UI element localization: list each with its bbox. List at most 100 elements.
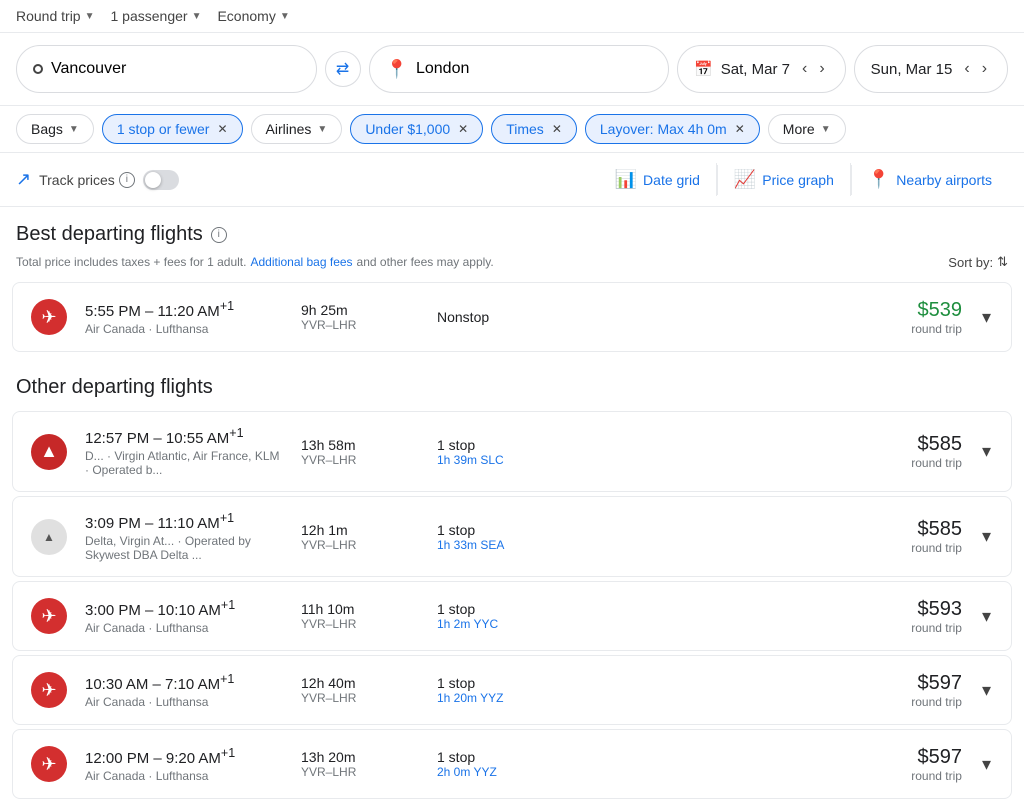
date-grid-icon: 📊 xyxy=(615,169,637,190)
expand-button[interactable]: ▾ xyxy=(978,602,995,631)
flight-times: 3:00 PM – 10:10 AM+1 Air Canada · Luftha… xyxy=(85,598,285,635)
class-selector[interactable]: Economy ▼ xyxy=(217,8,289,24)
flight-card[interactable]: ▲ 12:57 PM – 10:55 AM+1 D... · Virgin At… xyxy=(12,411,1012,492)
duration-value: 11h 10m xyxy=(301,601,421,617)
stops-filter-remove[interactable]: ✕ xyxy=(217,122,227,136)
return-date-label: Sun, Mar 15 xyxy=(871,61,953,78)
price-filter-remove[interactable]: ✕ xyxy=(458,122,468,136)
price-sub: round trip xyxy=(603,322,962,336)
flight-card[interactable]: ✈ 5:55 PM – 11:20 AM+1 Air Canada · Luft… xyxy=(12,282,1012,352)
track-prices-toggle[interactable] xyxy=(143,170,179,190)
price-graph-label: Price graph xyxy=(762,172,834,188)
airlines-filter[interactable]: Airlines ▼ xyxy=(251,114,343,144)
expand-button[interactable]: ▾ xyxy=(978,303,995,332)
times-filter[interactable]: Times ✕ xyxy=(491,114,577,144)
flight-card[interactable]: ▲ 3:09 PM – 11:10 AM+1 Delta, Virgin At.… xyxy=(12,496,1012,577)
duration-route: YVR–LHR xyxy=(301,691,421,705)
more-filter[interactable]: More ▼ xyxy=(768,114,846,144)
duration-value: 12h 1m xyxy=(301,522,421,538)
sort-label[interactable]: Sort by: ⇅ xyxy=(948,254,1008,270)
track-actions: 📊 Date grid 📈 Price graph 📍 Nearby airpo… xyxy=(599,163,1008,196)
flight-carrier: Delta, Virgin At... · Operated by Skywes… xyxy=(85,534,285,562)
nearby-airports-label: Nearby airports xyxy=(896,172,992,188)
toggle-knob xyxy=(145,172,161,188)
depart-next-button[interactable]: › xyxy=(815,58,828,80)
flight-stops: 1 stop 2h 0m YYZ xyxy=(437,749,587,779)
trip-type-selector[interactable]: Round trip ▼ xyxy=(16,8,95,24)
airline-logo-ac: ✈ xyxy=(31,299,67,335)
origin-input[interactable] xyxy=(51,60,300,78)
price-sub: round trip xyxy=(603,541,962,555)
flight-price: $585 round trip xyxy=(603,433,962,470)
expand-button[interactable]: ▾ xyxy=(978,437,995,466)
return-date-field[interactable]: Sun, Mar 15 ‹ › xyxy=(854,45,1008,93)
flight-times: 10:30 AM – 7:10 AM+1 Air Canada · Luftha… xyxy=(85,672,285,709)
duration-value: 9h 25m xyxy=(301,302,421,318)
airline-logo-ac: ✈ xyxy=(31,672,67,708)
class-chevron: ▼ xyxy=(280,11,290,22)
bag-fees-link[interactable]: Additional bag fees xyxy=(250,255,352,269)
origin-icon xyxy=(33,64,43,74)
stops-value: 1 stop xyxy=(437,437,587,453)
flight-stops: 1 stop 1h 2m YYC xyxy=(437,601,587,631)
flight-card[interactable]: ✈ 12:00 PM – 9:20 AM+1 Air Canada · Luft… xyxy=(12,729,1012,799)
stops-value: 1 stop xyxy=(437,749,587,765)
destination-icon: 📍 xyxy=(386,59,408,80)
price-graph-button[interactable]: 📈 Price graph xyxy=(718,163,851,196)
track-prices-info[interactable]: i xyxy=(119,172,135,188)
times-filter-remove[interactable]: ✕ xyxy=(552,122,562,136)
bags-filter-label: Bags xyxy=(31,121,63,137)
bags-chevron: ▼ xyxy=(69,124,79,135)
swap-button[interactable]: ⇄ xyxy=(325,51,361,87)
passengers-chevron: ▼ xyxy=(192,11,202,22)
layover-filter-remove[interactable]: ✕ xyxy=(735,122,745,136)
date-fields: 📅 Sat, Mar 7 ‹ › Sun, Mar 15 ‹ › xyxy=(677,45,1008,93)
flight-duration: 12h 1m YVR–LHR xyxy=(301,522,421,552)
passengers-label: 1 passenger xyxy=(111,8,188,24)
price-sub: round trip xyxy=(603,456,962,470)
expand-button[interactable]: ▾ xyxy=(978,750,995,779)
nearby-airports-button[interactable]: 📍 Nearby airports xyxy=(852,163,1008,196)
depart-date-field[interactable]: 📅 Sat, Mar 7 ‹ › xyxy=(677,45,846,93)
depart-prev-button[interactable]: ‹ xyxy=(798,58,811,80)
flight-times: 12:57 PM – 10:55 AM+1 D... · Virgin Atla… xyxy=(85,426,285,477)
track-prices-label: Track prices i xyxy=(39,172,135,188)
destination-field[interactable]: 📍 xyxy=(369,45,670,93)
expand-button[interactable]: ▾ xyxy=(978,522,995,551)
return-next-button[interactable]: › xyxy=(978,58,991,80)
destination-input[interactable] xyxy=(416,60,652,78)
origin-field[interactable] xyxy=(16,45,317,93)
price-filter[interactable]: Under $1,000 ✕ xyxy=(350,114,483,144)
flight-duration: 11h 10m YVR–LHR xyxy=(301,601,421,631)
track-prices-icon: ↗ xyxy=(16,169,31,190)
duration-value: 13h 58m xyxy=(301,437,421,453)
flight-times: 3:09 PM – 11:10 AM+1 Delta, Virgin At...… xyxy=(85,511,285,562)
stops-value: 1 stop xyxy=(437,522,587,538)
best-flights-info[interactable]: i xyxy=(211,227,227,243)
expand-button[interactable]: ▾ xyxy=(978,676,995,705)
return-prev-button[interactable]: ‹ xyxy=(960,58,973,80)
flight-carrier: Air Canada · Lufthansa xyxy=(85,322,285,336)
date-grid-button[interactable]: 📊 Date grid xyxy=(599,163,717,196)
stops-value: 1 stop xyxy=(437,675,587,691)
flight-carrier: Air Canada · Lufthansa xyxy=(85,769,285,783)
flight-duration: 13h 20m YVR–LHR xyxy=(301,749,421,779)
flight-card[interactable]: ✈ 3:00 PM – 10:10 AM+1 Air Canada · Luft… xyxy=(12,581,1012,651)
passengers-selector[interactable]: 1 passenger ▼ xyxy=(111,8,202,24)
duration-route: YVR–LHR xyxy=(301,453,421,467)
flight-price: $585 round trip xyxy=(603,518,962,555)
stops-detail: 1h 20m YYZ xyxy=(437,691,587,705)
bags-filter[interactable]: Bags ▼ xyxy=(16,114,94,144)
airline-logo: ▲ xyxy=(29,432,69,472)
best-flights-list: ✈ 5:55 PM – 11:20 AM+1 Air Canada · Luft… xyxy=(0,282,1024,352)
layover-filter[interactable]: Layover: Max 4h 0m ✕ xyxy=(585,114,760,144)
flight-price: $597 round trip xyxy=(603,672,962,709)
depart-date-label: Sat, Mar 7 xyxy=(721,61,790,78)
flight-card[interactable]: ✈ 10:30 AM – 7:10 AM+1 Air Canada · Luft… xyxy=(12,655,1012,725)
airline-logo-delta-gray: ▲ xyxy=(31,519,67,555)
duration-route: YVR–LHR xyxy=(301,538,421,552)
flight-stops: 1 stop 1h 33m SEA xyxy=(437,522,587,552)
price-sub: round trip xyxy=(603,769,962,783)
depart-date-nav: ‹ › xyxy=(798,58,829,80)
stops-filter[interactable]: 1 stop or fewer ✕ xyxy=(102,114,243,144)
